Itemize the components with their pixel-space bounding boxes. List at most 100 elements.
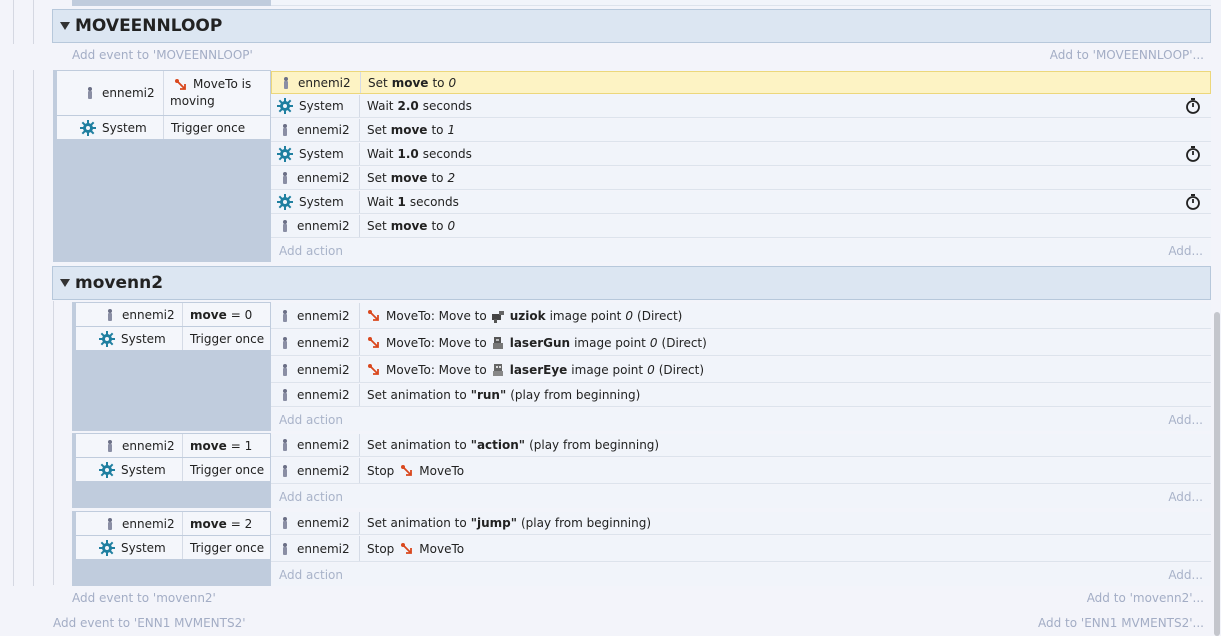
- object-name: System: [121, 540, 166, 555]
- event-indent-panel: [90, 559, 271, 586]
- action-row[interactable]: ennemi2 MoveTo: Move to laserEye image p…: [271, 357, 1211, 383]
- event-indent-panel: [90, 481, 271, 508]
- ennemi2-sprite-icon: [280, 542, 290, 555]
- group-title: MOVEENNLOOP: [75, 16, 223, 36]
- moveto-behavior-icon: [175, 78, 186, 90]
- ennemi2-sprite-icon: [280, 439, 290, 451]
- ennemi2-sprite-icon: [280, 464, 290, 477]
- object-name: System: [299, 147, 344, 161]
- condition-text: Trigger once: [164, 116, 270, 139]
- uziok-sprite-icon: [491, 310, 504, 323]
- action-row[interactable]: ennemi2 MoveTo: Move to uziok image poin…: [271, 303, 1211, 329]
- object-name: ennemi2: [297, 171, 350, 185]
- object-name: System: [121, 462, 166, 477]
- timer-icon: [1186, 98, 1200, 114]
- group-header-moveennloop[interactable]: MOVEENNLOOP: [52, 9, 1211, 43]
- condition-object: System: [76, 327, 183, 350]
- ennemi2-sprite-icon: [105, 439, 115, 452]
- condition-row[interactable]: System Trigger once: [57, 116, 270, 139]
- condition-object: ennemi2: [76, 303, 183, 326]
- event-indent-panel: [90, 350, 271, 431]
- action-row[interactable]: ennemi2 Set animation to "action" (play fr…: [271, 434, 1211, 457]
- ennemi2-sprite-icon: [280, 309, 290, 322]
- action-row[interactable]: System Wait 1 seconds: [271, 191, 1211, 214]
- lasereye-sprite-icon: [492, 363, 503, 376]
- action-row[interactable]: ennemi2 Set animation to "run" (play from …: [271, 384, 1211, 407]
- ennemi2-sprite-icon: [280, 124, 290, 136]
- condition-row[interactable]: System Trigger once: [76, 536, 270, 559]
- add-action-link[interactable]: Add action: [279, 490, 343, 504]
- object-name: System: [121, 331, 166, 346]
- add-event-link[interactable]: Add event to 'MOVEENNLOOP': [72, 48, 253, 62]
- ennemi2-sprite-icon: [280, 517, 290, 529]
- action-text: Wait 1 seconds: [367, 195, 459, 209]
- tree-guide-line: [33, 0, 34, 44]
- ennemi2-sprite-icon: [280, 172, 290, 184]
- action-text: Wait 1.0 seconds: [367, 147, 472, 161]
- condition-text: move = 2: [183, 512, 270, 535]
- condition-row[interactable]: ennemi2 move = 1: [76, 434, 270, 457]
- action-row[interactable]: System Wait 2.0 seconds: [271, 95, 1211, 118]
- add-to-link[interactable]: Add to 'ENN1 MVMENTS2'...: [1038, 616, 1204, 630]
- action-text: Set move to 1: [367, 123, 456, 137]
- object-name: ennemi2: [297, 219, 350, 233]
- object-name: ennemi2: [297, 438, 350, 452]
- scrollbar-thumb[interactable]: [1214, 312, 1220, 636]
- object-name: ennemi2: [297, 388, 350, 402]
- action-row[interactable]: ennemi2 Set move to 1: [271, 119, 1211, 142]
- action-row[interactable]: System Wait 1.0 seconds: [271, 143, 1211, 166]
- add-action-link[interactable]: Add action: [279, 244, 343, 258]
- condition-text: Trigger once: [183, 536, 270, 559]
- action-row[interactable]: ennemi2 Set animation to "jump" (play from…: [271, 512, 1211, 535]
- group-header-movenn2[interactable]: movenn2: [52, 266, 1211, 300]
- condition-row[interactable]: ennemi2 MoveTo is moving: [57, 71, 270, 115]
- ennemi2-sprite-icon: [85, 87, 95, 99]
- action-text: Set move to 2: [367, 171, 456, 185]
- condition-row[interactable]: System Trigger once: [76, 327, 270, 350]
- add-action-row[interactable]: Add action Add...: [271, 239, 1211, 262]
- object-name: ennemi2: [298, 75, 351, 90]
- condition-row[interactable]: System Trigger once: [76, 458, 270, 481]
- condition-row[interactable]: ennemi2 move = 0: [76, 303, 270, 326]
- add-to-link[interactable]: Add to 'MOVEENNLOOP'...: [1050, 48, 1204, 62]
- add-more-link[interactable]: Add...: [1168, 413, 1203, 427]
- condition-text: Trigger once: [183, 458, 270, 481]
- ennemi2-sprite-icon: [280, 363, 290, 376]
- action-row[interactable]: ennemi2 Stop MoveTo: [271, 458, 1211, 484]
- object-name: ennemi2: [102, 86, 155, 100]
- condition-text: MoveTo is moving: [164, 71, 270, 115]
- object-name: ennemi2: [122, 307, 175, 322]
- add-action-link[interactable]: Add action: [279, 568, 343, 582]
- previous-event-remnant: [271, 0, 1211, 6]
- add-event-link[interactable]: Add event to 'movenn2': [72, 591, 216, 605]
- action-row[interactable]: ennemi2 Set move to 0: [271, 71, 1211, 94]
- collapse-triangle-icon[interactable]: [60, 279, 70, 287]
- add-action-link[interactable]: Add action: [279, 413, 343, 427]
- add-to-link[interactable]: Add to 'movenn2'...: [1087, 591, 1204, 605]
- timer-icon: [1186, 194, 1200, 210]
- add-more-link[interactable]: Add...: [1168, 568, 1203, 582]
- moveto-behavior-icon: [368, 363, 379, 375]
- action-row[interactable]: ennemi2 Stop MoveTo: [271, 536, 1211, 562]
- add-more-link[interactable]: Add...: [1168, 244, 1203, 258]
- action-row[interactable]: ennemi2 MoveTo: Move to laserGun image p…: [271, 330, 1211, 356]
- action-text: Stop MoveTo: [367, 541, 465, 556]
- object-name: ennemi2: [122, 516, 175, 531]
- action-row[interactable]: ennemi2 Set move to 2: [271, 167, 1211, 190]
- add-event-link[interactable]: Add event to 'ENN1 MVMENTS2': [53, 616, 246, 630]
- add-action-row[interactable]: Add action Add...: [271, 408, 1211, 431]
- condition-row[interactable]: ennemi2 move = 2: [76, 512, 270, 535]
- moveto-behavior-icon: [368, 336, 379, 348]
- condition-text: Trigger once: [183, 327, 270, 350]
- action-text: Stop MoveTo: [367, 463, 465, 478]
- add-action-row[interactable]: Add action Add...: [271, 563, 1211, 586]
- add-more-link[interactable]: Add...: [1168, 490, 1203, 504]
- add-action-row[interactable]: Add action Add...: [271, 485, 1211, 508]
- ennemi2-sprite-icon: [280, 389, 290, 401]
- action-text: MoveTo: Move to laserGun image point 0 (Di…: [360, 330, 1211, 355]
- collapse-triangle-icon[interactable]: [60, 22, 70, 30]
- timer-icon: [1186, 146, 1200, 162]
- condition-object: System: [76, 536, 183, 559]
- condition-text: move = 1: [183, 434, 270, 457]
- action-row[interactable]: ennemi2 Set move to 0: [271, 215, 1211, 238]
